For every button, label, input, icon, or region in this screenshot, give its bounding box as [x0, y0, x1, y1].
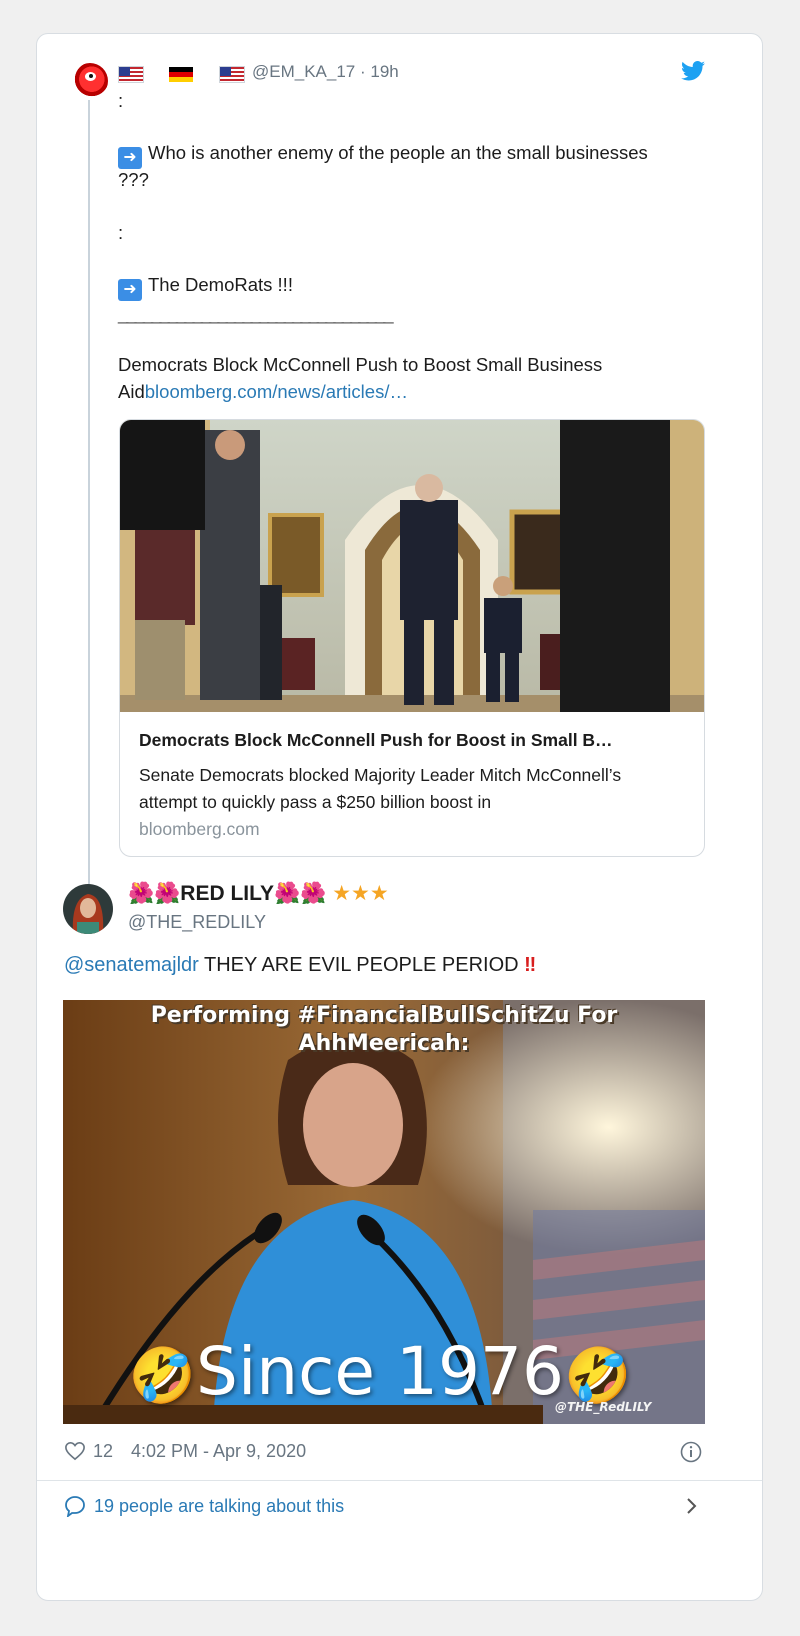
- conversation-link[interactable]: 19 people are talking about this: [94, 1496, 344, 1517]
- tweet-text-line: Aidbloomberg.com/news/articles/…: [118, 381, 408, 402]
- tweet-handle[interactable]: @EM_KA_17 · 19h: [252, 62, 399, 82]
- us-flag-icon: [118, 66, 144, 83]
- info-icon[interactable]: [680, 1441, 702, 1463]
- reply-text: @senatemajldr THEY ARE EVIL PEOPLE PERIO…: [64, 954, 537, 976]
- star-icon: ★★★: [332, 882, 389, 905]
- like-count[interactable]: 12: [93, 1441, 113, 1462]
- tweet-text-line: :: [118, 222, 124, 243]
- twitter-bird-icon[interactable]: [681, 61, 705, 81]
- link-card-domain: bloomberg.com: [139, 819, 260, 839]
- article-photo: [120, 420, 704, 712]
- article-link[interactable]: bloomberg.com/news/articles/…: [145, 381, 408, 402]
- heart-icon[interactable]: [64, 1441, 86, 1461]
- tweet-handle[interactable]: @THE_REDLILY: [128, 912, 266, 933]
- thread-connector: [88, 100, 90, 920]
- user-avatar[interactable]: [72, 63, 108, 99]
- meme-caption: Performing #FinancialBullSchitZu For AhhM…: [150, 1003, 618, 1056]
- rofl-emoji-icon: 🤣: [563, 1344, 632, 1407]
- tweet-text-line: Democrats Block McConnell Push to Boost …: [118, 354, 603, 375]
- double-exclamation-icon: ‼: [524, 954, 537, 976]
- link-card-description: Senate Democrats blocked Majority Leader…: [139, 765, 622, 812]
- meme-signature: @THE_RedLILY: [555, 1400, 652, 1414]
- chevron-right-icon[interactable]: [685, 1495, 699, 1517]
- right-arrow-icon: ➜: [118, 279, 142, 301]
- tweet-text-line: ???: [118, 169, 149, 190]
- link-preview-card[interactable]: Democrats Block McConnell Push for Boost…: [119, 419, 705, 857]
- tweet-timestamp[interactable]: 4:02 PM - Apr 9, 2020: [131, 1441, 306, 1462]
- link-card-title: Democrats Block McConnell Push for Boost…: [139, 730, 613, 750]
- meme-since-text: 🤣Since 1976🤣: [128, 1333, 632, 1410]
- user-avatar[interactable]: [63, 884, 113, 934]
- germany-flag-icon: [168, 66, 194, 83]
- display-name[interactable]: 🌺🌺RED LILY🌺🌺 ★★★: [128, 881, 389, 906]
- speech-bubble-icon[interactable]: [64, 1495, 86, 1517]
- mention-link[interactable]: @senatemajldr: [64, 954, 199, 976]
- tweet-text-line: :: [118, 90, 124, 111]
- footer-divider: [37, 1480, 762, 1481]
- us-flag-icon: [219, 66, 245, 83]
- tweet-separator-line: _________________________________: [118, 303, 394, 324]
- rofl-emoji-icon: 🤣: [128, 1344, 197, 1407]
- tweet-text-line: ➜ Who is another enemy of the people an t…: [118, 139, 648, 169]
- tweet-text-line: ➜ The DemoRats !!!: [118, 271, 293, 301]
